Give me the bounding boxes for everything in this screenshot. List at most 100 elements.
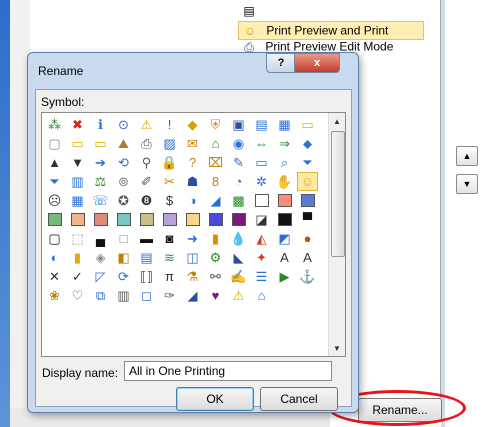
panel-icon[interactable]: ◫ [182, 248, 203, 267]
contrast-icon[interactable]: ◪ [251, 210, 272, 229]
scissors-icon[interactable]: ✂ [159, 172, 180, 191]
pin-icon[interactable]: ⚲ [136, 153, 157, 172]
heart-icon[interactable]: ♡ [67, 286, 88, 305]
envelope-icon[interactable]: ✉ [182, 134, 203, 153]
waves-icon[interactable]: ≋ [159, 248, 180, 267]
stylus-icon[interactable]: ✐ [136, 172, 157, 191]
exclamation-icon[interactable]: ! [159, 115, 180, 134]
doc-icon[interactable]: ▥ [113, 286, 134, 305]
home-icon[interactable]: ⌂ [205, 134, 226, 153]
asterisk-icon[interactable]: ✲ [251, 172, 272, 191]
filter2-icon[interactable]: ⏷ [44, 172, 65, 191]
bell-icon[interactable]: ⚠ [228, 286, 249, 305]
badge-icon[interactable]: ✪ [113, 191, 134, 210]
swatch-blue-icon[interactable] [297, 191, 318, 210]
magnifier-icon[interactable]: ⌕ [274, 153, 295, 172]
swatch-salmon-icon[interactable] [274, 191, 295, 210]
windows-icon[interactable]: ⧉ [90, 286, 111, 305]
mountain-icon[interactable]: ◭ [251, 229, 272, 248]
x-icon[interactable]: ✕ [44, 267, 65, 286]
arrow-circle-icon[interactable]: ➜ [182, 229, 203, 248]
diamond-icon[interactable]: ◆ [182, 115, 203, 134]
notebook-icon[interactable]: ◧ [113, 248, 134, 267]
clock-icon[interactable]: ◔ [228, 172, 249, 191]
rotate-icon[interactable]: ⟳ [113, 267, 134, 286]
phone-icon[interactable]: ☏ [90, 191, 111, 210]
ball-icon[interactable]: ❽ [136, 191, 157, 210]
move-up-button[interactable]: ▲ [456, 146, 478, 166]
empty-box-icon[interactable]: □ [113, 229, 134, 248]
symbol-picker[interactable]: ⁂ ✖ ℹ ⊙ ⚠! ◆ ⛨ ▣ ▤ ▦ ▭ ▢ ▭ ▭ ⛰ ⎙ ▨ ✉ ⌂ ◉ ⇔ ⇒ ⬥ ▲ ▼ ➔ ⟲ ⚲ 🔒? ⌧ ✎ ▭ ⌕ ⏷ ⏷ ▥ ⚖ ⊚… [41, 112, 346, 357]
ok-button[interactable]: OK [176, 387, 254, 411]
close-button[interactable]: x [294, 53, 340, 73]
link-icon[interactable]: ⊚ [113, 172, 134, 191]
bottom-black-icon[interactable]: ▄ [90, 229, 111, 248]
flask-icon[interactable]: ⚗ [182, 267, 203, 286]
anchor-icon[interactable]: ⚓ [297, 267, 318, 286]
scroll-thumb[interactable] [331, 131, 345, 257]
text-a-icon[interactable]: A [274, 248, 295, 267]
copy-icon[interactable]: ▤ [251, 115, 272, 134]
pie-icon[interactable]: ● [297, 229, 318, 248]
smiley-icon[interactable]: ☺ [297, 172, 318, 191]
inverse-circle-icon[interactable]: ◙ [159, 229, 180, 248]
frame-icon[interactable]: ◻ [136, 286, 157, 305]
arrow-right-icon[interactable]: ➔ [90, 153, 111, 172]
swatch-yellow-icon[interactable] [182, 210, 203, 229]
house-icon[interactable]: ⌂ [251, 286, 272, 305]
swatch-lavender-icon[interactable] [159, 210, 180, 229]
bar-chart-icon[interactable]: ▮ [205, 229, 226, 248]
refresh-icon[interactable]: ⟲ [113, 153, 134, 172]
swatch-teal-icon[interactable] [113, 210, 134, 229]
play-icon[interactable]: ▶ [274, 267, 295, 286]
swatch-black-icon[interactable] [274, 210, 295, 229]
swatch-khaki-icon[interactable] [136, 210, 157, 229]
scales-icon[interactable]: ⚖ [90, 172, 111, 191]
split-box-icon[interactable]: ◩ [274, 229, 295, 248]
chart-doc-icon[interactable]: ▨ [159, 134, 180, 153]
picture-icon[interactable]: ⛰ [113, 134, 134, 153]
triangle-up-icon[interactable]: ▲ [44, 153, 65, 172]
filter-icon[interactable]: ⏷ [297, 153, 318, 172]
pen-icon[interactable]: ✑ [159, 286, 180, 305]
swatch-rose-icon[interactable] [90, 210, 111, 229]
question-icon[interactable]: ? [182, 153, 203, 172]
eight-icon[interactable]: 8 [205, 172, 226, 191]
white-box-icon[interactable]: ▢ [44, 229, 65, 248]
heart-filled-icon[interactable]: ♥ [205, 286, 226, 305]
window-icon[interactable]: ▭ [251, 153, 272, 172]
book-icon[interactable]: ▥ [67, 172, 88, 191]
text-a2-icon[interactable]: A [297, 248, 318, 267]
folder-up-icon[interactable]: ▭ [90, 134, 111, 153]
half-circle-icon[interactable]: ◐ [44, 248, 65, 267]
display-name-input[interactable] [124, 361, 332, 381]
lock-icon[interactable]: 🔒 [159, 153, 180, 172]
half-black-icon[interactable]: ▀ [297, 210, 318, 229]
info-icon[interactable]: ℹ [90, 115, 111, 134]
symbol-grid[interactable]: ⁂ ✖ ℹ ⊙ ⚠! ◆ ⛨ ▣ ▤ ▦ ▭ ▢ ▭ ▭ ⛰ ⎙ ▨ ✉ ⌂ ◉ ⇔ ⇒ ⬥ ▲ ▼ ➔ ⟲ ⚲ 🔒? ⌧ ✎ ▭ ⌕ ⏷ ⏷ ▥ ⚖ ⊚… [44, 115, 324, 353]
folder-icon[interactable]: ▭ [297, 115, 318, 134]
globe-icon[interactable]: ◉ [228, 134, 249, 153]
erase-icon[interactable]: ⌧ [205, 153, 226, 172]
star-icon[interactable]: ✦ [251, 248, 272, 267]
writing-icon[interactable]: ✍ [228, 267, 249, 286]
dollar-icon[interactable]: $ [159, 191, 180, 210]
blank-page-icon[interactable]: ▢ [44, 134, 65, 153]
scroll-down-icon[interactable]: ▼ [329, 340, 345, 356]
shield-icon[interactable]: ⛨ [205, 115, 226, 134]
list-doc-icon[interactable]: ▤ [136, 248, 157, 267]
save-icon[interactable]: ▣ [228, 115, 249, 134]
eye-icon[interactable]: ◑ [182, 191, 203, 210]
list-item[interactable]: ▤ [242, 2, 262, 19]
triangle-down-icon[interactable]: ▼ [67, 153, 88, 172]
open-folder-icon[interactable]: ▭ [67, 134, 88, 153]
scroll-up-icon[interactable]: ▲ [329, 113, 345, 129]
corner-icon[interactable]: ◣ [228, 248, 249, 267]
swatch-green-icon[interactable] [44, 210, 65, 229]
binoculars-icon[interactable]: ⚯ [205, 267, 226, 286]
cancel-button[interactable]: Cancel [260, 387, 338, 411]
column-icon[interactable]: ▮ [67, 248, 88, 267]
grid-icon[interactable]: ▦ [67, 191, 88, 210]
help-button[interactable]: ? [266, 53, 296, 73]
list-icon[interactable]: ☰ [251, 267, 272, 286]
